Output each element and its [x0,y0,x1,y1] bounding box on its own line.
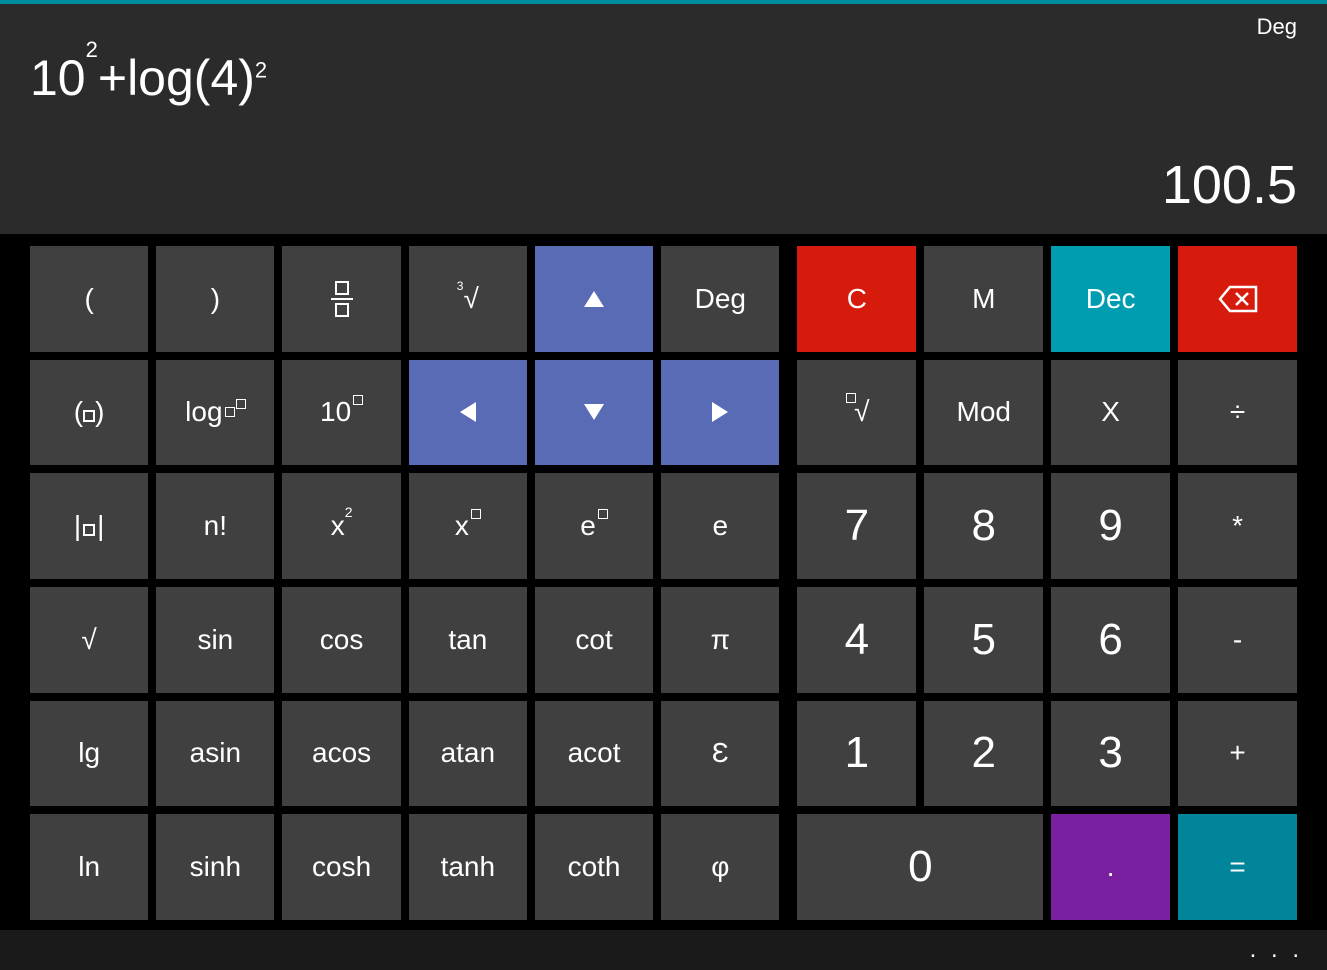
digit-8-button[interactable]: 8 [924,473,1043,579]
arrow-down-button[interactable] [535,360,653,466]
equals-button[interactable]: = [1178,814,1297,920]
x-power-label: x [455,510,481,542]
e-power-button[interactable]: e [535,473,653,579]
arrow-right-button[interactable] [661,360,779,466]
expression-part: 10 [30,50,86,106]
subtract-button[interactable]: - [1178,587,1297,693]
atan-button[interactable]: atan [409,701,527,807]
digit-9-button[interactable]: 9 [1051,473,1170,579]
cosh-button[interactable]: cosh [282,814,400,920]
tan-button[interactable]: tan [409,587,527,693]
digit-4-button[interactable]: 4 [797,587,916,693]
cube-root-button[interactable]: 3√ [409,246,527,352]
multiply-button[interactable]: * [1178,473,1297,579]
paren-box-icon: () [74,396,105,428]
digit-5-button[interactable]: 5 [924,587,1043,693]
digit-6-button[interactable]: 6 [1051,587,1170,693]
log-base-label: log [185,396,245,428]
result-text: 100.5 [1162,154,1297,216]
decimal-point-button[interactable]: . [1051,814,1170,920]
expression-text: 102+log(4)2 [30,49,267,107]
pi-button[interactable]: π [661,587,779,693]
dec-mode-button[interactable]: Dec [1051,246,1170,352]
arrow-up-icon [582,289,606,309]
angle-mode-button[interactable]: Deg [661,246,779,352]
e-power-label: e [580,510,608,542]
fraction-icon [331,281,353,317]
absolute-value-button[interactable]: || [30,473,148,579]
add-button[interactable]: + [1178,701,1297,807]
nth-root-icon: √ [844,396,869,428]
nth-root-button[interactable]: √ [797,360,916,466]
x-squared-label: x2 [331,510,353,542]
phi-button[interactable]: φ [661,814,779,920]
clear-button[interactable]: C [797,246,916,352]
divide-button[interactable]: ÷ [1178,360,1297,466]
abs-icon: || [74,510,105,542]
arrow-down-icon [582,402,606,422]
coth-button[interactable]: coth [535,814,653,920]
expression-part: +log(4) [98,50,255,106]
digit-1-button[interactable]: 1 [797,701,916,807]
backspace-button[interactable] [1178,246,1297,352]
ten-power-label: 10 [320,396,363,428]
x-power-button[interactable]: x [409,473,527,579]
keypad: ( ) 3√ Deg () log 10 [0,234,1327,930]
close-paren-button[interactable]: ) [156,246,274,352]
digit-3-button[interactable]: 3 [1051,701,1170,807]
factorial-button[interactable]: n! [156,473,274,579]
lg-button[interactable]: lg [30,701,148,807]
digit-7-button[interactable]: 7 [797,473,916,579]
expression-exponent: 2 [255,57,267,82]
ten-power-button[interactable]: 10 [282,360,400,466]
arrow-up-button[interactable] [535,246,653,352]
asin-button[interactable]: asin [156,701,274,807]
cot-button[interactable]: cot [535,587,653,693]
mod-button[interactable]: Mod [924,360,1043,466]
sinh-button[interactable]: sinh [156,814,274,920]
tanh-button[interactable]: tanh [409,814,527,920]
open-paren-button[interactable]: ( [30,246,148,352]
x-variable-button[interactable]: X [1051,360,1170,466]
sqrt-button[interactable]: √ [30,587,148,693]
display-area: Deg 102+log(4)2 100.5 [0,4,1327,234]
epsilon-button[interactable]: Ɛ [661,701,779,807]
x-squared-button[interactable]: x2 [282,473,400,579]
parentheses-placeholder-button[interactable]: () [30,360,148,466]
expression-exponent: 2 [86,37,98,62]
acos-button[interactable]: acos [282,701,400,807]
backspace-icon [1218,285,1258,313]
arrow-left-icon [458,400,478,424]
arrow-left-button[interactable] [409,360,527,466]
more-icon: . . . [1250,936,1303,964]
scientific-panel: ( ) 3√ Deg () log 10 [30,246,779,920]
log-base-button[interactable]: log [156,360,274,466]
digit-0-button[interactable]: 0 [797,814,1043,920]
cube-root-icon: 3√ [457,283,479,315]
numeric-panel: C M Dec √ Mod X ÷ 7 8 9 * 4 [797,246,1297,920]
digit-2-button[interactable]: 2 [924,701,1043,807]
cos-button[interactable]: cos [282,587,400,693]
angle-mode-label: Deg [1257,14,1297,40]
fraction-button[interactable] [282,246,400,352]
memory-button[interactable]: M [924,246,1043,352]
e-constant-button[interactable]: e [661,473,779,579]
ln-button[interactable]: ln [30,814,148,920]
app-bar[interactable]: . . . [0,930,1327,970]
acot-button[interactable]: acot [535,701,653,807]
sin-button[interactable]: sin [156,587,274,693]
calculator-app: Deg 102+log(4)2 100.5 ( ) 3√ Deg () [0,0,1327,970]
arrow-right-icon [710,400,730,424]
